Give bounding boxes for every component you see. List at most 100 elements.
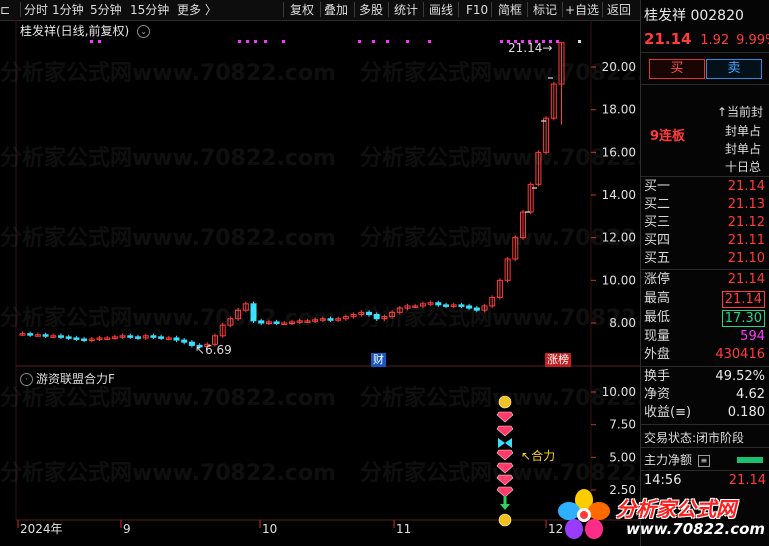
watermark: 分析家公式网www.70822.com [0,146,336,171]
watermark: 分析家公式网www.70822.com [0,226,336,251]
candle-body [188,341,195,346]
limit-list-marker[interactable]: 涨榜 [545,353,571,367]
buy-button[interactable]: 买 [649,59,705,79]
flower-logo-icon [558,489,610,539]
price-tick-label: 14.00 [602,188,636,202]
candle-body [135,336,141,339]
stat-row-eps: 收益(≡) 0.180 [644,405,765,420]
date-tick-label: 11 [396,522,411,536]
signal-dot [90,40,93,43]
logo-site-name: 分析家公式网 [616,497,736,521]
order-book-row: 买二 21.13 [644,197,765,212]
candle-body [127,335,134,338]
main-flow-bar [737,457,763,463]
tab-more[interactable]: 更多 〉 [177,2,217,18]
order-book-row: 买五 21.10 [644,251,765,266]
add-watchlist-button[interactable]: +自选 [565,2,599,18]
candle-body [150,335,157,338]
signal-dot [578,40,581,43]
tab-15min[interactable]: 15分钟 [130,2,169,18]
diamond-icon [496,486,514,498]
f10-button[interactable]: F10 [466,2,488,18]
logo-url: www.70822.com [626,520,766,538]
min-price-label: ↖6.69 [195,343,232,357]
date-tick-label: 10 [262,522,277,536]
candle-body [58,335,64,338]
diamond-icon [496,425,514,437]
main-flow-row: 主力净额 ≡ [644,451,710,468]
signal-dot [238,40,241,43]
candle-body [42,334,49,337]
toolbar-edge-glyph: ⊏ [0,3,11,17]
order-book-row: 买一 21.14 [644,179,765,194]
watermark: 分析家公式网www.70822.com [0,306,336,331]
price-tick-label: 18.00 [602,103,636,117]
signal-dot [556,40,559,43]
candle-body [27,333,34,336]
order-book-row: 买三 21.12 [644,215,765,230]
tab-5min[interactable]: 5分钟 [90,2,122,18]
candle-body [173,337,180,341]
diamond-icon [496,411,514,423]
finance-event-marker[interactable]: 财 [371,353,386,367]
watermark: 分析家公式网www.70822.com [0,386,336,411]
trade-status: 交易状态:闭市阶段 [644,431,745,445]
list-icon[interactable]: ≡ [697,454,710,467]
date-tick-label: 9 [123,522,131,536]
candle-body [73,337,80,340]
stat-row-high: 最高 21.14 [643,290,767,308]
price-row: 21.14 1.92 9.99% [644,30,769,48]
site-logo: 分析家公式网 www.70822.com [556,487,769,543]
seal-info-1: ↑当前封 [717,105,764,119]
back-button[interactable]: 返回 [607,2,631,18]
butterfly-icon [498,438,512,448]
stat-row-volume: 现量 594 [644,329,765,344]
candle-body [81,338,88,341]
quote-panel: 桂发祥 002820 21.14 1.92 9.99% 买 卖 9连板 ↑当前封… [640,0,769,546]
price-change-pct: 9.99% [736,33,769,48]
signal-dot [246,40,249,43]
stat-row-limit-up: 涨停 21.14 [644,272,765,287]
stat-row-low: 最低 17.30 [643,309,767,327]
candle-body [181,339,188,343]
signal-dot [98,40,101,43]
signal-dot [500,40,503,43]
draw-line-button[interactable]: 画线 [429,2,453,18]
seal-info-3: 封单占 [725,142,762,156]
tick-row: 14:56 21.14 [644,473,766,488]
seal-info-4: 十日总 [725,160,762,174]
max-price-label: 21.14→ [508,41,553,55]
seal-info-2: 封单占 [725,124,762,138]
watermark: 分析家公式网www.70822.com [0,61,336,86]
indicator-tick-label: 7.50 [609,418,636,432]
signal-dot [282,40,285,43]
order-book-row: 买四 21.11 [644,233,765,248]
signal-dot [254,40,257,43]
signal-dot [406,40,409,43]
tab-intraday[interactable]: 分时 [24,2,48,18]
candle-body [158,336,165,339]
signal-dot [386,40,389,43]
watermark: 分析家公式网www.70822.com [0,461,336,486]
sell-button[interactable]: 卖 [706,59,762,79]
candle-body [65,336,72,339]
stat-row-outer: 外盘 430416 [644,347,765,362]
multi-stock-button[interactable]: 多股 [359,2,383,18]
stat-row-turnover: 换手 49.52% [644,369,765,384]
date-tick-label: 2024年 [20,522,63,536]
price-tick-label: 10.00 [602,273,636,287]
stats-button[interactable]: 统计 [394,2,418,18]
stat-row-net-assets: 净资 4.62 [644,387,765,402]
simple-frame-button[interactable]: 简框 [498,2,522,18]
mark-button[interactable]: 标记 [533,2,557,18]
adjust-button[interactable]: 复权 [290,2,314,18]
signal-dot [428,40,431,43]
signal-dot [372,40,375,43]
tab-1min[interactable]: 1分钟 [52,2,84,18]
price-change: 1.92 [700,33,730,48]
overlay-button[interactable]: 叠加 [324,2,348,18]
signal-dot [264,40,267,43]
stock-name: 桂发祥 002820 [644,8,744,24]
down-arrow-icon [500,496,510,510]
last-price: 21.14 [644,30,692,48]
